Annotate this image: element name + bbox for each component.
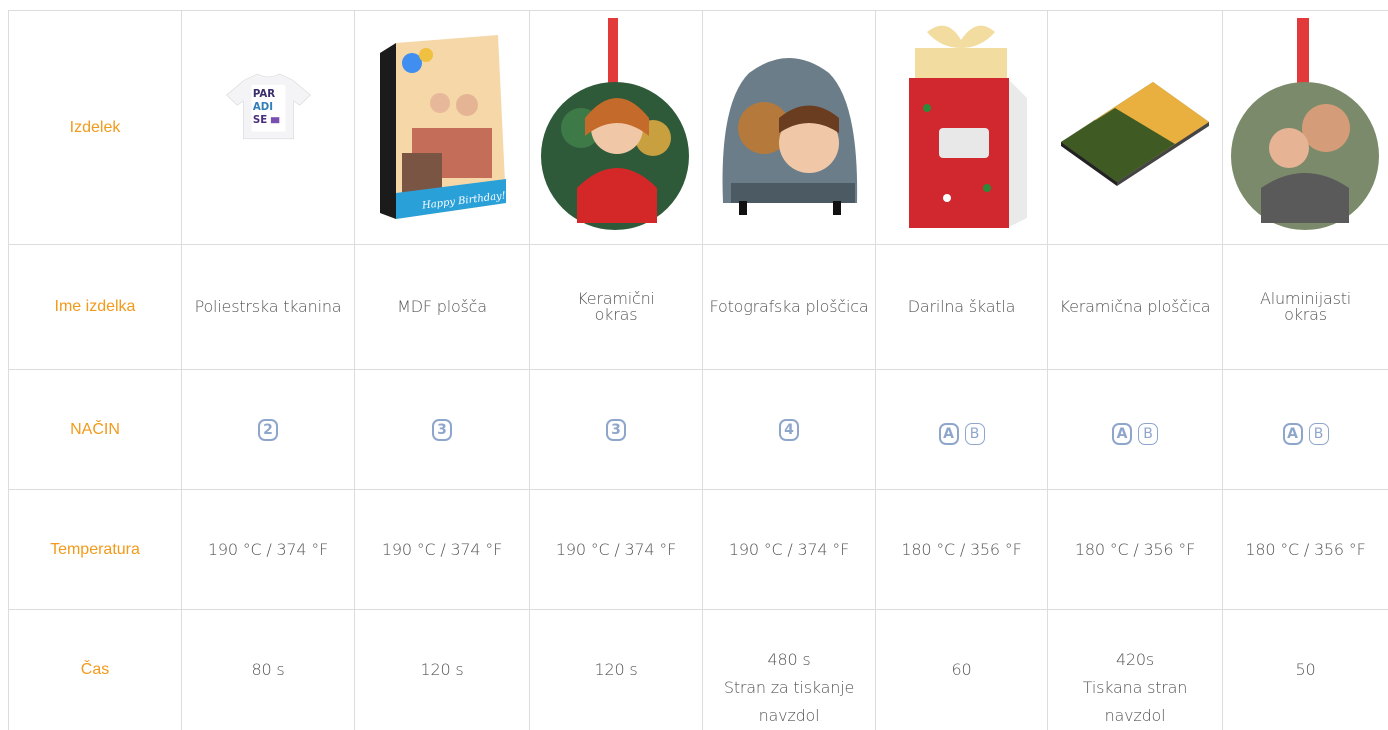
method-cell-1: 2 [182,370,355,490]
name-cell-4: Fotografska ploščica [703,245,876,370]
temp-cell-6: 180 °C / 356 °F [1048,490,1223,610]
method-badge-icon: B [1308,422,1329,445]
product-name: Fotografska ploščica [709,297,869,316]
row-header-method: NAČIN [8,370,182,490]
time-value: 50 [1295,660,1316,679]
time-cell-3: 120 s [530,610,703,730]
method-badge-icon: B [964,422,985,445]
temp-cell-5: 180 °C / 356 °F [876,490,1048,610]
time-line: 420s [1115,650,1155,669]
product-name: MDF plošča [397,297,487,316]
product-cell-2: Happy Birthday! [355,10,530,245]
time-value: 420s Tiskana stran navzdol [1082,646,1188,730]
product-table: Izdelek PAR ADI SE Happy Birthday! Ime i… [8,10,1388,730]
method-cell-5: A B [876,370,1048,490]
time-cell-4: 480 s Stran za tiskanje navzdol [703,610,876,730]
ceramic-tile-image [1061,81,1209,186]
method-cell-4: 4 [703,370,876,490]
method-badge-icon: A [1282,422,1303,445]
product-cell-7 [1223,10,1388,245]
product-cell-6 [1048,10,1223,245]
method-cell-3: 3 [530,370,703,490]
time-line: navzdol [758,706,820,725]
time-line: Tiskana stran [1082,678,1188,697]
shirt-text-2: ADI [252,102,272,113]
time-cell-6: 420s Tiskana stran navzdol [1048,610,1223,730]
temperature-value: 180 °C / 356 °F [1074,539,1196,559]
shirt-text-1: PAR [252,88,274,99]
time-cell-2: 120 s [355,610,530,730]
method-badge-icon: A [938,422,959,445]
product-cell-3 [530,10,703,245]
temperature-value: 190 °C / 374 °F [381,539,503,559]
temp-cell-2: 190 °C / 374 °F [355,490,530,610]
time-value: 120 s [594,660,638,679]
product-cell-5 [876,10,1048,245]
method-badge-icon: 3 [432,418,452,441]
temp-cell-1: 190 °C / 374 °F [182,490,355,610]
photo-slate-image [722,57,858,215]
temp-cell-4: 190 °C / 374 °F [703,490,876,610]
temperature-value: 180 °C / 356 °F [1245,539,1366,559]
temp-cell-7: 180 °C / 356 °F [1223,490,1388,610]
name-cell-1: Poliestrska tkanina [182,245,355,370]
time-line: navzdol [1104,706,1166,725]
temperature-value: 180 °C / 356 °F [901,539,1022,559]
method-badge-icon: 2 [258,418,278,441]
method-badge-icon: 4 [779,418,799,441]
row-header-product: Izdelek [8,10,182,245]
name-cell-2: MDF plošča [355,245,530,370]
method-badge-icon: B [1138,422,1158,445]
row-header-name: Ime izdelka [8,245,182,370]
gift-box-image [908,25,1027,228]
temperature-value: 190 °C / 374 °F [728,539,850,559]
row-header-temperature: Temperatura [8,490,182,610]
temperature-value: 190 °C / 374 °F [207,539,329,559]
time-line: Stran za tiskanje [723,678,855,697]
row-label-product: Izdelek [69,118,121,136]
name-cell-7: Aluminijasti okras [1223,245,1388,370]
temperature-value: 190 °C / 374 °F [555,539,677,559]
tshirt-image: PAR ADI SE [225,73,311,139]
method-cell-6: A B [1048,370,1223,490]
row-label-time: Čas [80,661,110,678]
time-cell-7: 50 [1223,610,1388,730]
product-cell-1: PAR ADI SE [182,10,355,245]
aluminum-ornament-image [1230,17,1379,230]
time-value: 60 [951,660,972,679]
method-cell-2: 3 [355,370,530,490]
time-cell-1: 80 s [182,610,355,730]
product-name: Darilna škatla [907,297,1016,316]
time-cell-5: 60 [876,610,1048,730]
name-cell-3: Keramični okras [530,245,703,370]
time-line: 480 s [767,650,811,669]
name-cell-5: Darilna škatla [876,245,1048,370]
time-value: 480 s Stran za tiskanje navzdol [724,646,854,730]
product-name: Keramični okras [577,291,655,323]
product-cell-4 [703,10,876,245]
product-name-line: okras [594,305,638,324]
row-header-time: Čas [8,610,182,730]
product-name: Aluminijasti okras [1260,291,1351,323]
time-value: 120 s [420,660,464,679]
product-name-line: okras [1284,305,1327,324]
row-label-temperature: Temperatura [50,540,140,558]
temp-cell-3: 190 °C / 374 °F [530,490,703,610]
row-label-method: NAČIN [70,420,120,438]
time-value: 80 s [251,660,285,679]
method-cell-7: A B [1223,370,1388,490]
row-label-name: Ime izdelka [54,298,136,315]
mdf-board-image: Happy Birthday! [380,34,506,219]
method-badge-icon: A [1112,422,1132,445]
ceramic-ornament-image [541,17,689,230]
method-badge-icon: 3 [606,418,626,441]
name-cell-6: Keramična ploščica [1048,245,1223,370]
shirt-text-3: SE [252,115,266,126]
product-name: Keramična ploščica [1059,297,1211,316]
product-name: Poliestrska tkanina [194,297,342,316]
